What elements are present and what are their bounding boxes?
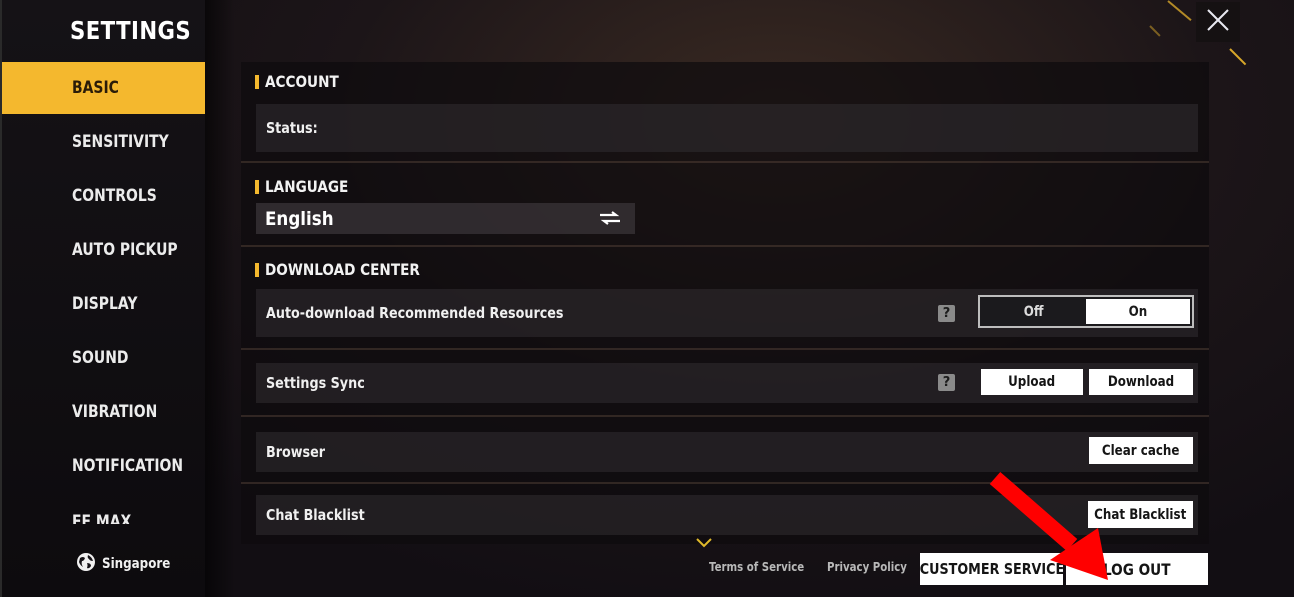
sidebar-item-basic[interactable]: BASIC [2,62,205,114]
terms-of-service-link[interactable]: Terms of Service [709,560,821,574]
globe-icon [76,552,96,576]
auto-download-toggle[interactable]: Off On [978,295,1194,328]
log-out-button[interactable]: LOG OUT [1066,553,1208,585]
language-value: English [265,207,334,230]
close-button[interactable] [1196,2,1240,42]
toggle-off-option[interactable]: Off [982,299,1086,324]
toggle-on-option[interactable]: On [1086,299,1190,324]
sidebar: SETTINGS BASIC SENSITIVITY CONTROLS AUTO… [0,0,205,597]
section-language-heading: LANGUAGE [255,177,363,196]
chat-blacklist-row: Chat Blacklist [256,495,1198,535]
divider [241,415,1209,417]
divider [241,482,1209,484]
chevron-down-icon[interactable] [696,533,712,552]
sidebar-item-label: SENSITIVITY [72,132,169,152]
status-label: Status: [266,119,318,137]
divider [241,161,1209,163]
decorative-streak [1229,48,1247,66]
sidebar-item-label: AUTO PICKUP [72,240,178,260]
sidebar-item-display[interactable]: DISPLAY [2,278,205,330]
decorative-streak [1149,25,1161,37]
sidebar-item-label: BASIC [72,78,119,98]
browser-row: Browser [256,432,1198,472]
auto-download-label: Auto-download Recommended Resources [266,304,564,322]
chat-blacklist-button[interactable]: Chat Blacklist [1088,501,1193,528]
region-label: Singapore [102,556,171,572]
divider [241,245,1209,247]
sidebar-item-sensitivity[interactable]: SENSITIVITY [2,116,205,168]
sidebar-item-label: VIBRATION [72,402,158,422]
swap-arrows-icon [599,208,621,230]
section-download-center-heading: DOWNLOAD CENTER [255,260,447,279]
help-icon[interactable]: ? [938,374,955,391]
sidebar-item-label: FF MAX [72,512,132,524]
settings-sync-label: Settings Sync [266,374,365,392]
section-account-heading: ACCOUNT [255,72,352,91]
clear-cache-button[interactable]: Clear cache [1089,437,1193,464]
decorative-streak [1167,0,1192,22]
section-accent-bar [255,179,259,194]
sidebar-item-notification[interactable]: NOTIFICATION [2,440,205,492]
sidebar-item-controls[interactable]: CONTROLS [2,170,205,222]
section-accent-bar [255,74,259,89]
sidebar-item-auto-pickup[interactable]: AUTO PICKUP [2,224,205,276]
sidebar-item-label: SOUND [72,348,129,368]
section-title: ACCOUNT [265,72,339,91]
download-button[interactable]: Download [1089,369,1193,395]
sidebar-title: SETTINGS [70,16,192,45]
browser-label: Browser [266,443,326,461]
upload-button[interactable]: Upload [981,369,1083,395]
sidebar-item-ff-max[interactable]: FF MAX [2,510,205,524]
divider [241,348,1209,350]
sidebar-shadow [205,0,235,597]
sidebar-item-vibration[interactable]: VIBRATION [2,386,205,438]
section-title: DOWNLOAD CENTER [265,260,420,279]
close-icon [1205,7,1231,37]
privacy-policy-link[interactable]: Privacy Policy [827,560,921,574]
sidebar-item-label: DISPLAY [72,294,138,314]
region-selector[interactable]: Singapore [76,552,182,576]
account-status-row: Status: [256,104,1198,152]
help-icon[interactable]: ? [938,305,955,322]
customer-service-button[interactable]: CUSTOMER SERVICE [919,553,1064,585]
sidebar-item-label: CONTROLS [72,186,157,206]
chat-blacklist-label: Chat Blacklist [266,506,365,524]
sidebar-item-sound[interactable]: SOUND [2,332,205,384]
section-accent-bar [255,262,259,277]
section-title: LANGUAGE [265,177,349,196]
sidebar-item-label: NOTIFICATION [72,456,184,476]
language-select[interactable]: English [256,203,635,234]
settings-screen: SETTINGS BASIC SENSITIVITY CONTROLS AUTO… [0,0,1294,597]
